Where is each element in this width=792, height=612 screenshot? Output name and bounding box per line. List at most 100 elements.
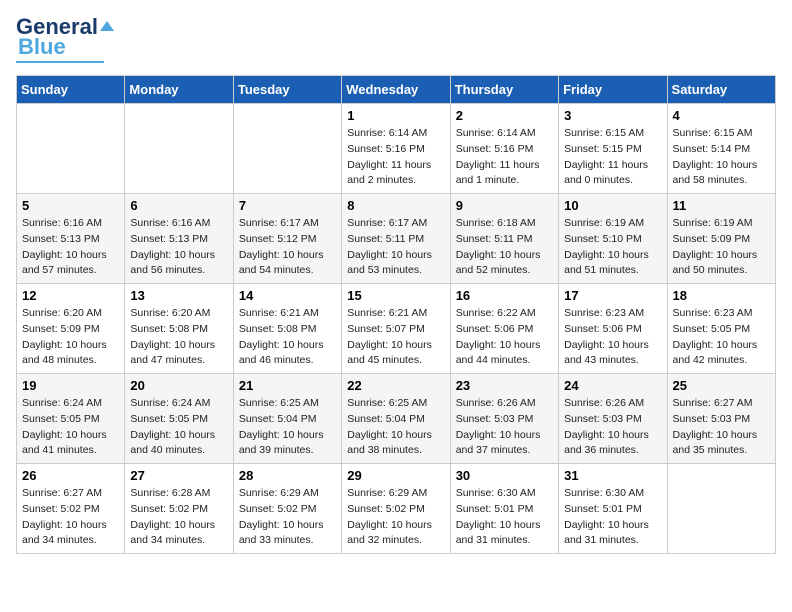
weekday-header: Thursday <box>450 76 558 104</box>
calendar-week-row: 5 Sunrise: 6:16 AMSunset: 5:13 PMDaylight… <box>17 194 776 284</box>
day-number: 17 <box>564 288 661 303</box>
calendar-cell: 23 Sunrise: 6:26 AMSunset: 5:03 PMDayligh… <box>450 374 558 464</box>
day-number: 29 <box>347 468 444 483</box>
day-number: 12 <box>22 288 119 303</box>
day-info: Sunrise: 6:19 AMSunset: 5:10 PMDaylight:… <box>564 216 661 279</box>
weekday-header: Saturday <box>667 76 775 104</box>
day-info: Sunrise: 6:20 AMSunset: 5:09 PMDaylight:… <box>22 306 119 369</box>
day-number: 23 <box>456 378 553 393</box>
day-info: Sunrise: 6:26 AMSunset: 5:03 PMDaylight:… <box>564 396 661 459</box>
day-number: 5 <box>22 198 119 213</box>
day-number: 27 <box>130 468 227 483</box>
day-info: Sunrise: 6:30 AMSunset: 5:01 PMDaylight:… <box>564 486 661 549</box>
calendar-cell: 24 Sunrise: 6:26 AMSunset: 5:03 PMDayligh… <box>559 374 667 464</box>
day-info: Sunrise: 6:15 AMSunset: 5:15 PMDaylight:… <box>564 126 661 189</box>
calendar-cell: 12 Sunrise: 6:20 AMSunset: 5:09 PMDayligh… <box>17 284 125 374</box>
calendar-cell: 27 Sunrise: 6:28 AMSunset: 5:02 PMDayligh… <box>125 464 233 554</box>
logo-arrow <box>100 21 114 33</box>
calendar-cell: 18 Sunrise: 6:23 AMSunset: 5:05 PMDayligh… <box>667 284 775 374</box>
calendar-cell: 26 Sunrise: 6:27 AMSunset: 5:02 PMDayligh… <box>17 464 125 554</box>
calendar-cell: 30 Sunrise: 6:30 AMSunset: 5:01 PMDayligh… <box>450 464 558 554</box>
day-info: Sunrise: 6:16 AMSunset: 5:13 PMDaylight:… <box>22 216 119 279</box>
day-number: 20 <box>130 378 227 393</box>
calendar-cell: 4 Sunrise: 6:15 AMSunset: 5:14 PMDaylight… <box>667 104 775 194</box>
weekday-header: Monday <box>125 76 233 104</box>
day-number: 4 <box>673 108 770 123</box>
calendar-cell: 14 Sunrise: 6:21 AMSunset: 5:08 PMDayligh… <box>233 284 341 374</box>
day-info: Sunrise: 6:24 AMSunset: 5:05 PMDaylight:… <box>22 396 119 459</box>
day-number: 8 <box>347 198 444 213</box>
day-info: Sunrise: 6:14 AMSunset: 5:16 PMDaylight:… <box>456 126 553 189</box>
calendar-cell: 6 Sunrise: 6:16 AMSunset: 5:13 PMDaylight… <box>125 194 233 284</box>
day-number: 30 <box>456 468 553 483</box>
day-number: 24 <box>564 378 661 393</box>
calendar-cell: 13Sunrise: 6:20 AMSunset: 5:08 PMDayligh… <box>125 284 233 374</box>
day-info: Sunrise: 6:16 AMSunset: 5:13 PMDaylight:… <box>130 216 227 279</box>
day-info: Sunrise: 6:17 AMSunset: 5:12 PMDaylight:… <box>239 216 336 279</box>
day-info: Sunrise: 6:21 AMSunset: 5:08 PMDaylight:… <box>239 306 336 369</box>
logo-blue: Blue <box>16 36 66 58</box>
day-number: 1 <box>347 108 444 123</box>
page-header: General Blue <box>16 16 776 63</box>
day-info: Sunrise: 6:23 AMSunset: 5:06 PMDaylight:… <box>564 306 661 369</box>
day-number: 31 <box>564 468 661 483</box>
day-info: Sunrise: 6:24 AMSunset: 5:05 PMDaylight:… <box>130 396 227 459</box>
day-info: Sunrise: 6:14 AMSunset: 5:16 PMDaylight:… <box>347 126 444 189</box>
calendar-cell <box>667 464 775 554</box>
calendar-cell: 29 Sunrise: 6:29 AMSunset: 5:02 PMDayligh… <box>342 464 450 554</box>
calendar-table: SundayMondayTuesdayWednesdayThursdayFrid… <box>16 75 776 554</box>
day-number: 25 <box>673 378 770 393</box>
weekday-header: Friday <box>559 76 667 104</box>
day-info: Sunrise: 6:29 AMSunset: 5:02 PMDaylight:… <box>239 486 336 549</box>
calendar-cell: 8 Sunrise: 6:17 AMSunset: 5:11 PMDaylight… <box>342 194 450 284</box>
day-number: 7 <box>239 198 336 213</box>
day-number: 16 <box>456 288 553 303</box>
calendar-cell: 28 Sunrise: 6:29 AMSunset: 5:02 PMDayligh… <box>233 464 341 554</box>
day-number: 15 <box>347 288 444 303</box>
calendar-cell: 10 Sunrise: 6:19 AMSunset: 5:10 PMDayligh… <box>559 194 667 284</box>
day-number: 10 <box>564 198 661 213</box>
day-info: Sunrise: 6:27 AMSunset: 5:03 PMDaylight:… <box>673 396 770 459</box>
day-number: 19 <box>22 378 119 393</box>
day-info: Sunrise: 6:25 AMSunset: 5:04 PMDaylight:… <box>239 396 336 459</box>
day-info: Sunrise: 6:23 AMSunset: 5:05 PMDaylight:… <box>673 306 770 369</box>
calendar-week-row: 1 Sunrise: 6:14 AMSunset: 5:16 PMDaylight… <box>17 104 776 194</box>
logo: General Blue <box>16 16 114 63</box>
day-number: 14 <box>239 288 336 303</box>
calendar-cell: 15Sunrise: 6:21 AMSunset: 5:07 PMDayligh… <box>342 284 450 374</box>
day-info: Sunrise: 6:22 AMSunset: 5:06 PMDaylight:… <box>456 306 553 369</box>
calendar-week-row: 26 Sunrise: 6:27 AMSunset: 5:02 PMDayligh… <box>17 464 776 554</box>
day-info: Sunrise: 6:19 AMSunset: 5:09 PMDaylight:… <box>673 216 770 279</box>
calendar-cell: 31 Sunrise: 6:30 AMSunset: 5:01 PMDayligh… <box>559 464 667 554</box>
day-info: Sunrise: 6:30 AMSunset: 5:01 PMDaylight:… <box>456 486 553 549</box>
day-number: 21 <box>239 378 336 393</box>
day-info: Sunrise: 6:25 AMSunset: 5:04 PMDaylight:… <box>347 396 444 459</box>
day-info: Sunrise: 6:26 AMSunset: 5:03 PMDaylight:… <box>456 396 553 459</box>
day-info: Sunrise: 6:17 AMSunset: 5:11 PMDaylight:… <box>347 216 444 279</box>
calendar-cell: 2Sunrise: 6:14 AMSunset: 5:16 PMDaylight… <box>450 104 558 194</box>
calendar-week-row: 12 Sunrise: 6:20 AMSunset: 5:09 PMDayligh… <box>17 284 776 374</box>
day-number: 18 <box>673 288 770 303</box>
day-info: Sunrise: 6:20 AMSunset: 5:08 PMDaylight:… <box>130 306 227 369</box>
day-number: 11 <box>673 198 770 213</box>
day-info: Sunrise: 6:28 AMSunset: 5:02 PMDaylight:… <box>130 486 227 549</box>
day-info: Sunrise: 6:18 AMSunset: 5:11 PMDaylight:… <box>456 216 553 279</box>
day-info: Sunrise: 6:15 AMSunset: 5:14 PMDaylight:… <box>673 126 770 189</box>
logo-underline <box>16 61 104 63</box>
day-info: Sunrise: 6:29 AMSunset: 5:02 PMDaylight:… <box>347 486 444 549</box>
weekday-header: Sunday <box>17 76 125 104</box>
calendar-cell <box>17 104 125 194</box>
calendar-cell: 5 Sunrise: 6:16 AMSunset: 5:13 PMDaylight… <box>17 194 125 284</box>
weekday-header: Wednesday <box>342 76 450 104</box>
calendar-cell: 17 Sunrise: 6:23 AMSunset: 5:06 PMDayligh… <box>559 284 667 374</box>
calendar-cell: 7 Sunrise: 6:17 AMSunset: 5:12 PMDaylight… <box>233 194 341 284</box>
day-number: 6 <box>130 198 227 213</box>
calendar-cell: 16 Sunrise: 6:22 AMSunset: 5:06 PMDayligh… <box>450 284 558 374</box>
calendar-cell: 11 Sunrise: 6:19 AMSunset: 5:09 PMDayligh… <box>667 194 775 284</box>
calendar-cell <box>233 104 341 194</box>
day-number: 26 <box>22 468 119 483</box>
calendar-week-row: 19 Sunrise: 6:24 AMSunset: 5:05 PMDayligh… <box>17 374 776 464</box>
calendar-cell: 9Sunrise: 6:18 AMSunset: 5:11 PMDaylight… <box>450 194 558 284</box>
day-number: 28 <box>239 468 336 483</box>
day-info: Sunrise: 6:27 AMSunset: 5:02 PMDaylight:… <box>22 486 119 549</box>
